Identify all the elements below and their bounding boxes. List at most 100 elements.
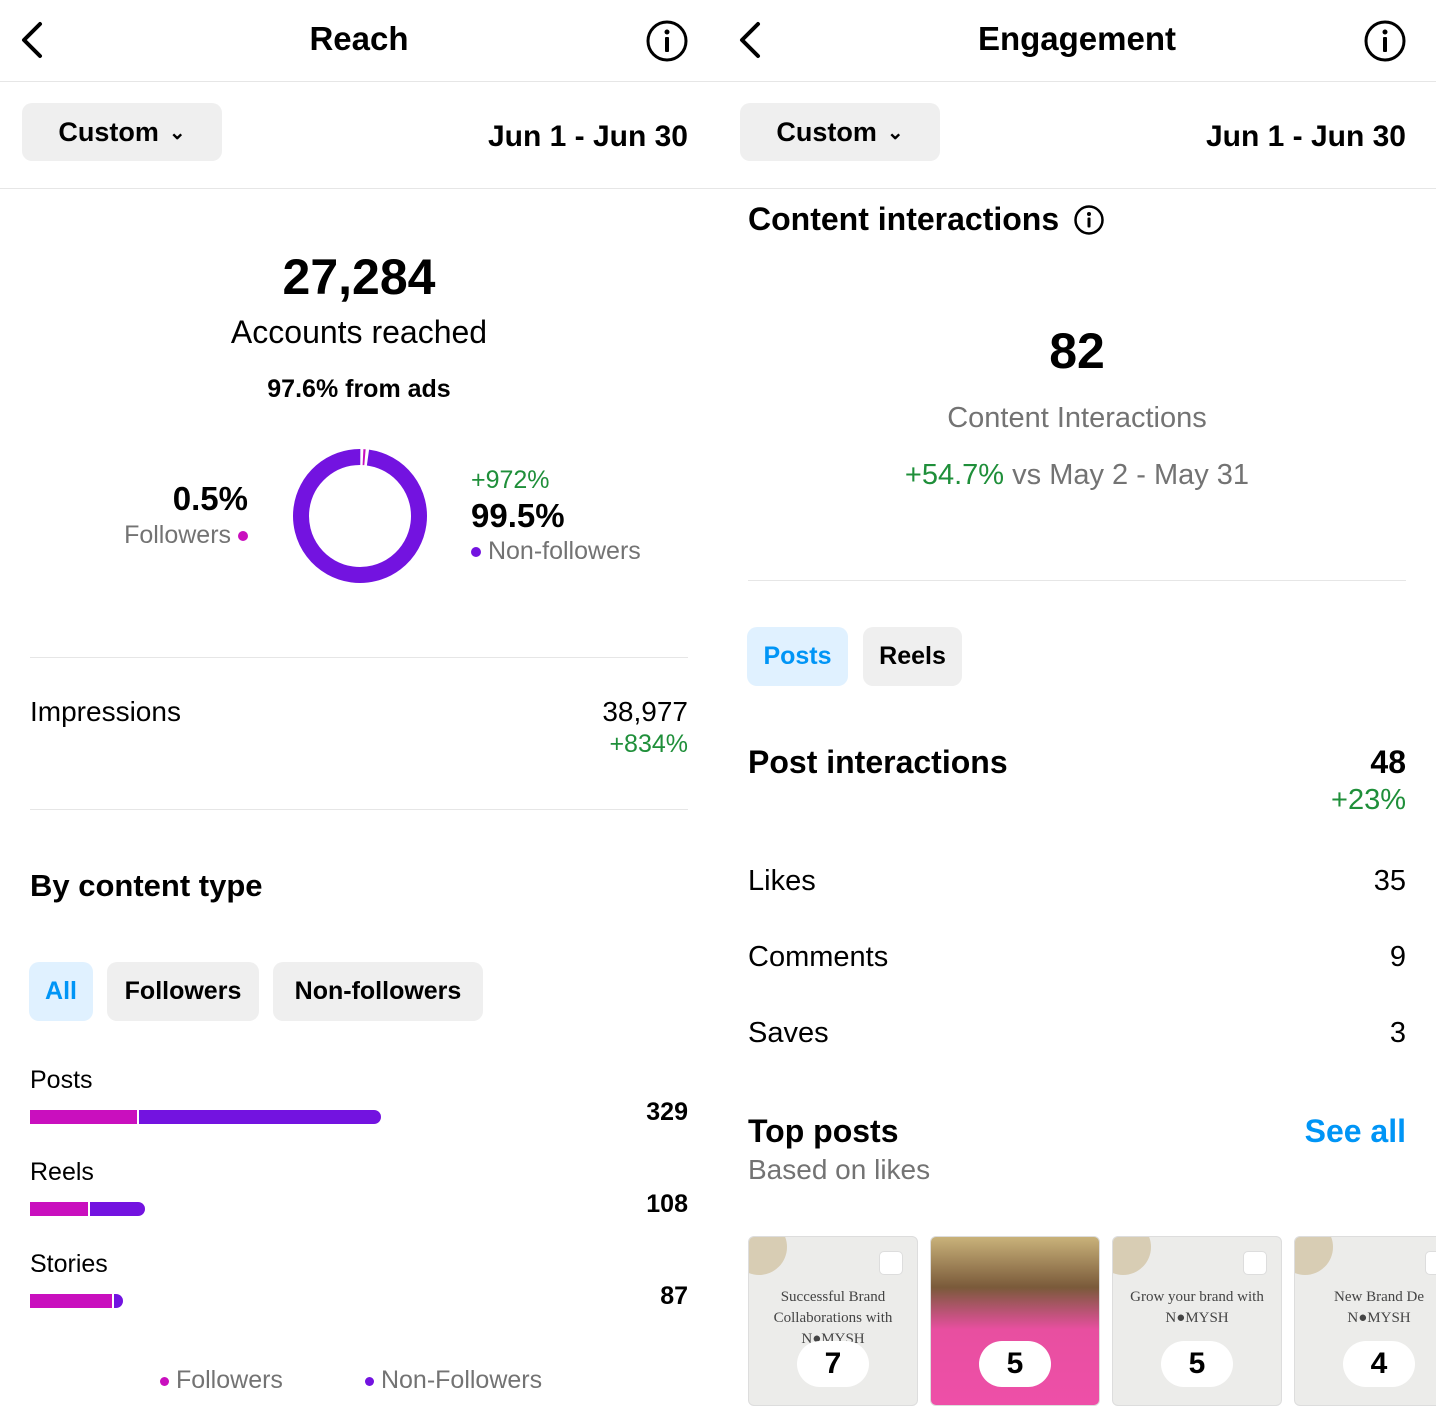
bar-nonfollowers-segment bbox=[114, 1294, 123, 1308]
from-ads: 97.6% from ads bbox=[267, 375, 451, 403]
likes-count-badge: 7 bbox=[797, 1341, 869, 1387]
decorative-stripes bbox=[749, 1237, 787, 1275]
info-icon[interactable] bbox=[1363, 19, 1407, 63]
legend-label: Followers bbox=[175, 1366, 283, 1394]
filter-nonfollowers[interactable]: Non-followers bbox=[273, 962, 483, 1021]
nonfollowers-legend: Non-followers bbox=[471, 537, 641, 566]
interaction-label: Comments bbox=[748, 941, 889, 973]
interaction-label: Saves bbox=[748, 1017, 829, 1049]
nonfollowers-percent: 99.5% bbox=[471, 497, 565, 534]
tab-reels[interactable]: Reels bbox=[863, 627, 962, 686]
post-interactions-label: Post interactions bbox=[748, 744, 1008, 780]
tab-posts[interactable]: Posts bbox=[747, 627, 848, 686]
likes-count-badge: 5 bbox=[1161, 1341, 1233, 1387]
interaction-value: 35 bbox=[1373, 865, 1406, 897]
donut-nonfollowers-segment bbox=[293, 449, 427, 584]
info-icon[interactable] bbox=[645, 19, 689, 63]
divider bbox=[30, 657, 688, 658]
interaction-value: 9 bbox=[1389, 941, 1406, 973]
content-type-value: 108 bbox=[646, 1190, 688, 1218]
date-range: Jun 1 - Jun 30 bbox=[487, 120, 688, 153]
dropdown-label: Custom bbox=[776, 116, 877, 147]
content-type-value: 329 bbox=[646, 1098, 688, 1126]
divider bbox=[718, 81, 1436, 82]
compare-period: vs May 2 - May 31 bbox=[1012, 459, 1250, 491]
comparison: +54.7% vs May 2 - May 31 bbox=[718, 459, 1436, 492]
bar-followers-segment bbox=[30, 1110, 139, 1124]
engagement-panel: Engagement Custom ⌄ Jun 1 - Jun 30 Conten… bbox=[718, 0, 1436, 1419]
dropdown-label: Custom bbox=[58, 116, 159, 147]
post-text-line: Collaborations with bbox=[773, 1310, 893, 1326]
accounts-reached-value: 27,284 bbox=[282, 249, 436, 305]
legend-label: Non-Followers bbox=[380, 1366, 543, 1394]
post-text-line: Grow your brand with bbox=[1130, 1289, 1264, 1305]
chevron-down-icon: ⌄ bbox=[168, 121, 186, 144]
bar-followers-segment bbox=[30, 1294, 114, 1308]
content-interactions-title: Content interactions bbox=[748, 201, 1105, 238]
reach-panel: Reach Custom ⌄ Jun 1 - Jun 30 27,284 Acco… bbox=[0, 0, 718, 1419]
followers-dot bbox=[238, 531, 248, 542]
divider bbox=[0, 188, 718, 189]
bar-nonfollowers-segment bbox=[90, 1202, 145, 1216]
date-range-dropdown[interactable]: Custom ⌄ bbox=[740, 103, 940, 161]
date-range-dropdown[interactable]: Custom ⌄ bbox=[22, 103, 222, 161]
legend-followers: Followers bbox=[160, 1366, 283, 1395]
carousel-icon bbox=[1425, 1251, 1436, 1275]
post-text-line: N●MYSH bbox=[1347, 1310, 1411, 1326]
content-type-bar bbox=[30, 1294, 123, 1308]
followers-label: Followers bbox=[124, 521, 232, 549]
post-text-line: N●MYSH bbox=[1165, 1310, 1229, 1326]
bar-nonfollowers-segment bbox=[139, 1110, 381, 1124]
top-posts-subtitle: Based on likes bbox=[748, 1154, 931, 1185]
post-interactions-value: 48 bbox=[1370, 744, 1406, 780]
accounts-reached-label: Accounts reached bbox=[230, 314, 488, 350]
post-text-line: Successful Brand bbox=[780, 1289, 886, 1305]
content-type-label: Posts bbox=[30, 1066, 93, 1094]
content-type-bar bbox=[30, 1202, 145, 1216]
by-content-type-title: By content type bbox=[30, 868, 263, 903]
divider bbox=[718, 188, 1436, 189]
filter-followers[interactable]: Followers bbox=[107, 962, 259, 1021]
followers-legend: Followers bbox=[124, 521, 248, 550]
content-type-bar bbox=[30, 1110, 381, 1124]
divider bbox=[30, 809, 688, 810]
see-all-link[interactable]: See all bbox=[1305, 1113, 1406, 1150]
impressions-change: +834% bbox=[609, 730, 688, 758]
content-interactions-value: 82 bbox=[1049, 323, 1105, 379]
followers-percent: 0.5% bbox=[172, 480, 248, 517]
top-posts-title: Top posts bbox=[748, 1113, 899, 1149]
interaction-label: Likes bbox=[748, 865, 816, 897]
interaction-value: 3 bbox=[1389, 1017, 1406, 1049]
likes-count-badge: 5 bbox=[979, 1341, 1051, 1387]
page-title: Engagement bbox=[977, 20, 1177, 57]
date-range: Jun 1 - Jun 30 bbox=[1205, 120, 1406, 153]
post-interactions-change: +23% bbox=[1331, 784, 1406, 816]
post-text: Grow your brand with N●MYSH bbox=[1113, 1287, 1281, 1329]
nonfollowers-label: Non-followers bbox=[487, 537, 641, 565]
legend-nonfollowers: Non-Followers bbox=[365, 1366, 542, 1395]
nonfollowers-dot bbox=[365, 1376, 374, 1386]
carousel-icon bbox=[1243, 1251, 1267, 1275]
page-title: Reach bbox=[309, 20, 409, 57]
bar-followers-segment bbox=[30, 1202, 90, 1216]
top-post-thumbnail[interactable]: 5 bbox=[930, 1236, 1100, 1406]
followers-dot bbox=[160, 1376, 169, 1386]
top-post-thumbnail[interactable]: Successful Brand Collaborations with N●MYS… bbox=[748, 1236, 918, 1406]
impressions-value: 38,977 bbox=[602, 696, 688, 727]
carousel-icon bbox=[879, 1251, 903, 1275]
post-text: New Brand De N●MYSH bbox=[1295, 1287, 1436, 1329]
nonfollowers-dot bbox=[471, 547, 481, 558]
content-interactions-label: Content Interactions bbox=[947, 402, 1207, 434]
decorative-stripes bbox=[1295, 1237, 1333, 1275]
top-post-thumbnail[interactable]: New Brand De N●MYSH 4 bbox=[1294, 1236, 1436, 1406]
chevron-down-icon: ⌄ bbox=[886, 121, 904, 144]
filter-all[interactable]: All bbox=[29, 962, 93, 1021]
content-type-value: 87 bbox=[660, 1282, 688, 1310]
likes-count-badge: 4 bbox=[1343, 1341, 1415, 1387]
nonfollowers-change: +972% bbox=[471, 466, 550, 494]
content-type-label: Reels bbox=[30, 1158, 94, 1186]
divider bbox=[0, 81, 718, 82]
info-icon[interactable] bbox=[1073, 204, 1105, 236]
top-post-thumbnail[interactable]: Grow your brand with N●MYSH 5 bbox=[1112, 1236, 1282, 1406]
section-title: Content interactions bbox=[748, 201, 1060, 237]
